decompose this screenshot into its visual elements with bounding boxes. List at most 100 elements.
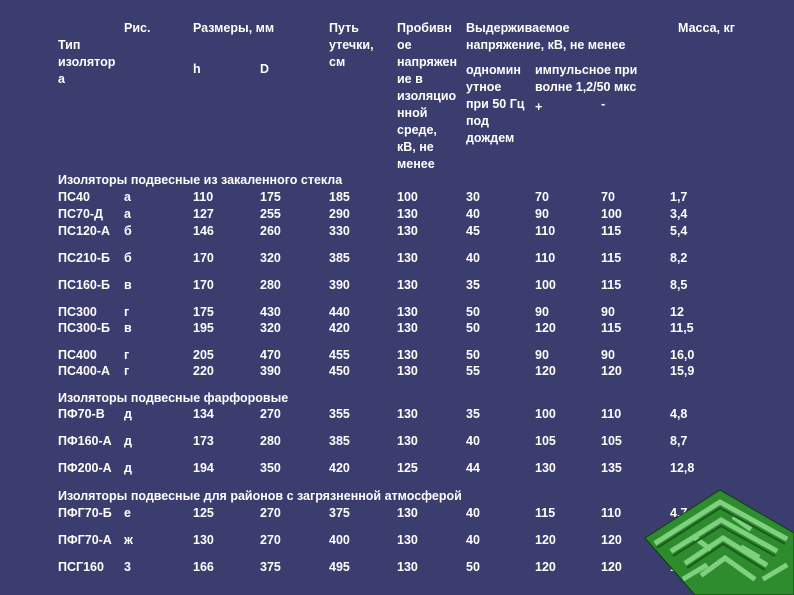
cell-type: ПСГ160 bbox=[58, 560, 104, 574]
cell-h: 146 bbox=[193, 224, 214, 238]
cell-breakdown: 130 bbox=[397, 407, 418, 421]
cell-mass: 12 bbox=[670, 305, 684, 319]
cell-d: 270 bbox=[260, 506, 281, 520]
cell-imp-neg: 115 bbox=[601, 278, 622, 292]
cell-figure: 3 bbox=[124, 560, 131, 574]
cell-h: 170 bbox=[193, 278, 214, 292]
cell-h: 134 bbox=[193, 407, 214, 421]
cell-type: ПС300-Б bbox=[58, 321, 111, 335]
cell-figure: в bbox=[124, 278, 132, 292]
cell-type: ПФ160-А bbox=[58, 434, 112, 448]
cell-d: 270 bbox=[260, 533, 281, 547]
cell-imp-pos: 105 bbox=[535, 434, 556, 448]
cell-d: 320 bbox=[260, 321, 281, 335]
cell-d: 255 bbox=[260, 207, 281, 221]
cell-mass: 16,0 bbox=[670, 348, 695, 362]
cell-onemin: 50 bbox=[466, 305, 480, 319]
cell-mass: 8,7 bbox=[670, 434, 688, 448]
cell-h: 173 bbox=[193, 434, 214, 448]
cell-breakdown: 130 bbox=[397, 321, 418, 335]
cell-type: ПС210-Б bbox=[58, 251, 111, 265]
cell-mass: 15,9 bbox=[670, 364, 695, 378]
leak-header: Путь утечки, см bbox=[329, 21, 374, 69]
cell-d: 270 bbox=[260, 407, 281, 421]
cell-breakdown: 130 bbox=[397, 224, 418, 238]
cell-type: ПС300 bbox=[58, 305, 97, 319]
cell-h: 125 bbox=[193, 506, 214, 520]
cell-d: 280 bbox=[260, 278, 281, 292]
cell-onemin: 35 bbox=[466, 407, 480, 421]
cell-imp-neg: 90 bbox=[601, 348, 615, 362]
cell-imp-neg: 120 bbox=[601, 364, 622, 378]
cell-imp-neg: 115 bbox=[601, 251, 622, 265]
withstand-header: Выдерживаемое напряжение, кВ, не менее bbox=[466, 21, 626, 52]
cell-h: 220 bbox=[193, 364, 214, 378]
cell-h: 175 bbox=[193, 305, 214, 319]
cell-imp-neg: 115 bbox=[601, 321, 622, 335]
cell-type: ПС70-Д bbox=[58, 207, 103, 221]
cell-leak: 385 bbox=[329, 251, 350, 265]
cell-imp-neg: 110 bbox=[601, 407, 622, 421]
cell-onemin: 50 bbox=[466, 348, 480, 362]
impulse-header: импульсное при волне 1,2/50 мкс bbox=[535, 63, 638, 94]
cell-imp-pos: 120 bbox=[535, 364, 556, 378]
cell-breakdown: 125 bbox=[397, 461, 418, 475]
cell-imp-pos: 100 bbox=[535, 407, 556, 421]
cell-type: ПФГ70-Б bbox=[58, 506, 112, 520]
cell-onemin: 40 bbox=[466, 434, 480, 448]
cell-imp-neg: 110 bbox=[601, 506, 622, 520]
cell-imp-pos: 120 bbox=[535, 560, 556, 574]
cell-figure: г bbox=[124, 348, 130, 362]
cell-type: ПС400 bbox=[58, 348, 97, 362]
cell-imp-neg: 120 bbox=[601, 533, 622, 547]
green-maze-icon bbox=[644, 489, 794, 595]
cell-figure: а bbox=[124, 190, 131, 204]
cell-h: 194 bbox=[193, 461, 214, 475]
cell-figure: д bbox=[124, 461, 132, 475]
cell-type: ПС400-А bbox=[58, 364, 111, 378]
cell-imp-neg: 70 bbox=[601, 190, 615, 204]
figure-label: Рис. bbox=[124, 21, 151, 35]
cell-d: 430 bbox=[260, 305, 281, 319]
cell-imp-neg: 105 bbox=[601, 434, 622, 448]
cell-onemin: 30 bbox=[466, 190, 480, 204]
cell-breakdown: 100 bbox=[397, 190, 418, 204]
cell-imp-neg: 120 bbox=[601, 560, 622, 574]
cell-breakdown: 130 bbox=[397, 251, 418, 265]
cell-onemin: 40 bbox=[466, 533, 480, 547]
cell-imp-pos: 70 bbox=[535, 190, 549, 204]
onemin-header: одномин утное при 50 Гц под дождем bbox=[466, 63, 525, 145]
cell-breakdown: 130 bbox=[397, 533, 418, 547]
cell-figure: ж bbox=[124, 533, 133, 547]
cell-onemin: 44 bbox=[466, 461, 480, 475]
cell-leak: 290 bbox=[329, 207, 350, 221]
cell-h: 205 bbox=[193, 348, 214, 362]
cell-imp-pos: 130 bbox=[535, 461, 556, 475]
cell-leak: 185 bbox=[329, 190, 350, 204]
cell-d: 260 bbox=[260, 224, 281, 238]
cell-imp-pos: 120 bbox=[535, 533, 556, 547]
cell-figure: г bbox=[124, 364, 130, 378]
cell-imp-pos: 120 bbox=[535, 321, 556, 335]
cell-imp-pos: 100 bbox=[535, 278, 556, 292]
cell-onemin: 45 bbox=[466, 224, 480, 238]
cell-mass: 1,7 bbox=[670, 190, 688, 204]
cell-d: 390 bbox=[260, 364, 281, 378]
cell-mass: 5,4 bbox=[670, 224, 688, 238]
cell-mass: 8,5 bbox=[670, 278, 688, 292]
d-header: D bbox=[260, 62, 270, 76]
cell-imp-neg: 135 bbox=[601, 461, 622, 475]
cell-onemin: 35 bbox=[466, 278, 480, 292]
cell-figure: а bbox=[124, 207, 131, 221]
cell-leak: 455 bbox=[329, 348, 350, 362]
cell-onemin: 55 bbox=[466, 364, 480, 378]
cell-h: 127 bbox=[193, 207, 214, 221]
cell-leak: 440 bbox=[329, 305, 350, 319]
cell-leak: 330 bbox=[329, 224, 350, 238]
cell-h: 166 bbox=[193, 560, 214, 574]
cell-leak: 420 bbox=[329, 321, 350, 335]
breakdown-header: Пробивн ое напряжен ие в изоляцио нной с… bbox=[397, 21, 458, 171]
cell-mass: 11,5 bbox=[670, 321, 694, 335]
cell-imp-pos: 110 bbox=[535, 251, 556, 265]
cell-figure: д bbox=[124, 434, 132, 448]
